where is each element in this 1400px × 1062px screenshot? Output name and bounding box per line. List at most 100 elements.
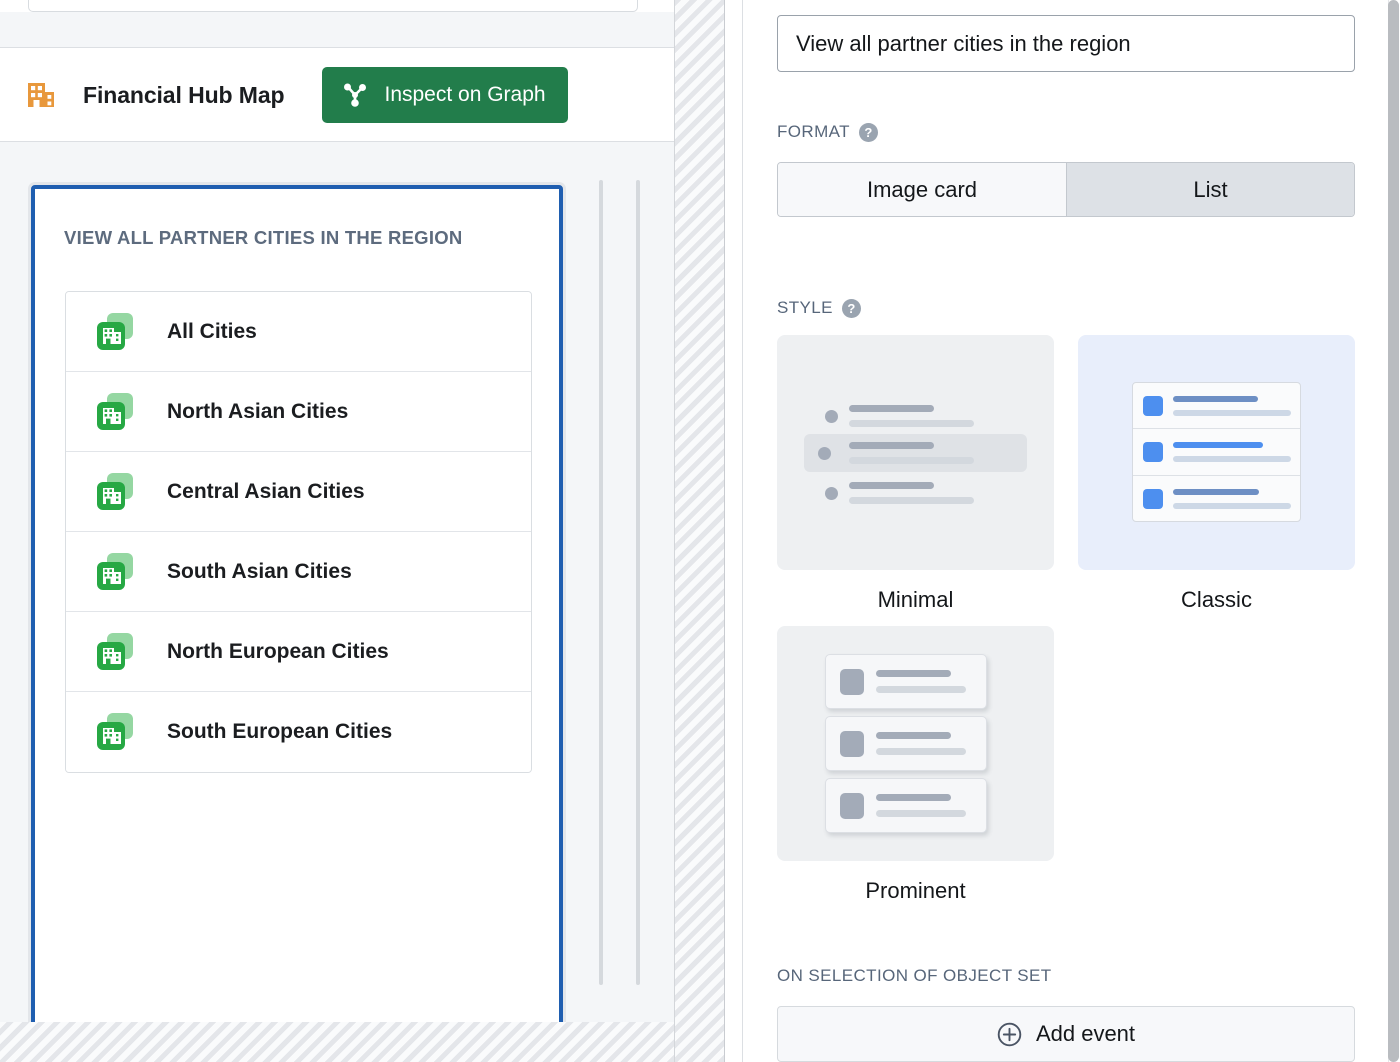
thumb-square-icon — [1143, 396, 1163, 416]
thumb-card — [825, 654, 987, 709]
canvas-guide-line-right — [636, 180, 640, 985]
list-item[interactable]: South Asian Cities — [66, 532, 531, 612]
properties-panel: FORMAT ? Image card List STYLE ? — [743, 0, 1400, 1062]
thumb-row — [1133, 429, 1300, 476]
thumb-square-icon — [840, 669, 864, 695]
city-building-icon — [97, 392, 133, 430]
thumb-row — [1133, 476, 1300, 521]
thumb-bar-secondary — [1173, 410, 1291, 416]
city-building-icon — [97, 472, 133, 510]
thumb-row — [1133, 383, 1300, 430]
city-building-icon — [97, 713, 133, 750]
style-label-text: STYLE — [777, 298, 833, 317]
thumb-bar-secondary — [876, 686, 966, 693]
style-option-minimal[interactable]: Minimal — [777, 335, 1054, 613]
on-selection-section-label: ON SELECTION OF OBJECT SET — [777, 966, 1052, 986]
help-circle-icon[interactable]: ? — [841, 298, 861, 318]
selected-widget-card[interactable]: VIEW ALL PARTNER CITIES IN THE REGION Al… — [31, 185, 563, 1062]
svg-text:?: ? — [847, 301, 855, 316]
thumb-row — [825, 474, 1007, 512]
thumb-square-icon — [840, 793, 864, 819]
city-building-icon — [97, 312, 133, 350]
plus-circle-icon — [997, 1022, 1022, 1046]
graph-nodes-icon — [344, 83, 367, 107]
format-section-label: FORMAT ? — [777, 122, 878, 142]
thumb-list-box — [1132, 382, 1301, 522]
format-option-label: Image card — [866, 176, 978, 202]
thumb-row — [825, 397, 1007, 435]
thumb-bar-primary — [1173, 442, 1263, 449]
thumb-bar-primary — [1173, 396, 1258, 402]
panel-header: Financial Hub Map Inspect on Graph — [0, 49, 674, 142]
thumb-bar-secondary — [876, 748, 966, 755]
list-item[interactable]: North European Cities — [66, 612, 531, 692]
clipped-card-above — [28, 0, 638, 12]
list-item-label: Central Asian Cities — [167, 479, 365, 503]
list-item-label: All Cities — [167, 319, 257, 343]
style-option-prominent[interactable]: Prominent — [777, 626, 1054, 904]
thumb-dot-icon — [825, 487, 838, 500]
thumb-square-icon — [1143, 488, 1163, 509]
style-thumbnail-minimal — [777, 335, 1054, 570]
thumb-bar-secondary — [849, 420, 974, 427]
thumb-bar-primary — [1173, 488, 1259, 495]
canvas-guide-line-left — [599, 180, 603, 985]
add-event-button[interactable]: Add event — [777, 1006, 1355, 1062]
list-item[interactable]: All Cities — [66, 292, 531, 372]
inspect-on-graph-button[interactable]: Inspect on Graph — [322, 67, 568, 123]
thumb-bar-primary — [849, 482, 934, 489]
thumb-dot-icon — [825, 410, 838, 423]
format-label-text: FORMAT — [777, 122, 850, 141]
format-option-list[interactable]: List — [1066, 163, 1354, 216]
format-segmented-control[interactable]: Image card List — [777, 162, 1355, 217]
svg-text:?: ? — [864, 125, 872, 140]
widget-canvas: VIEW ALL PARTNER CITIES IN THE REGION Al… — [0, 142, 674, 1062]
style-option-label: Prominent — [865, 878, 966, 903]
style-option-label: Minimal — [877, 587, 954, 612]
thumb-row-highlighted — [804, 434, 1027, 472]
thumb-dot-icon — [818, 447, 831, 460]
format-option-image-card[interactable]: Image card — [778, 163, 1066, 216]
style-thumbnail-classic — [1078, 335, 1355, 570]
list-item-label: South Asian Cities — [167, 559, 352, 583]
thumb-bar-primary — [876, 670, 951, 677]
panel-scrollbar-thumb[interactable] — [1388, 0, 1399, 1062]
thumb-square-icon — [1143, 442, 1163, 463]
widget-title: VIEW ALL PARTNER CITIES IN THE REGION — [64, 227, 463, 248]
list-item-label: South European Cities — [167, 720, 393, 743]
thumb-bar-primary — [876, 732, 951, 739]
thumb-bar-secondary — [849, 457, 974, 464]
thumb-card — [825, 778, 987, 833]
hatched-gutter — [674, 0, 725, 1062]
thumb-bar-primary — [876, 794, 951, 801]
building-icon — [28, 83, 54, 107]
app-screen: Financial Hub Map Inspect on Graph VIEW … — [0, 0, 1400, 1062]
city-list: All Cities North Asian Cities Central As… — [65, 291, 532, 773]
list-item-label: North Asian Cities — [167, 399, 349, 423]
thumb-bar-secondary — [1173, 502, 1291, 509]
style-option-classic[interactable]: Classic — [1078, 335, 1355, 613]
format-option-label: List — [1193, 176, 1228, 202]
bottom-hatched-area — [0, 1022, 674, 1062]
thumb-square-icon — [840, 731, 864, 757]
on-selection-label-text: ON SELECTION OF OBJECT SET — [777, 966, 1052, 985]
list-item[interactable]: South European Cities — [66, 692, 531, 772]
thumb-bar-primary — [849, 442, 934, 449]
style-option-label: Classic — [1181, 587, 1252, 612]
list-item-label: North European Cities — [167, 639, 389, 663]
widget-name-input[interactable] — [777, 15, 1355, 72]
list-item[interactable]: North Asian Cities — [66, 372, 531, 452]
inspect-on-graph-label: Inspect on Graph — [384, 83, 546, 106]
city-building-icon — [97, 632, 133, 670]
style-thumbnail-prominent — [777, 626, 1054, 861]
left-editor-region: Financial Hub Map Inspect on Graph VIEW … — [0, 0, 674, 1062]
panel-scrollbar-track[interactable] — [1388, 0, 1400, 1062]
thumb-bar-primary — [849, 405, 934, 412]
list-item[interactable]: Central Asian Cities — [66, 452, 531, 532]
help-circle-icon[interactable]: ? — [858, 122, 878, 142]
add-event-label: Add event — [1035, 1021, 1136, 1046]
thumb-card — [825, 716, 987, 771]
page-title: Financial Hub Map — [83, 81, 285, 108]
style-section-label: STYLE ? — [777, 298, 861, 318]
gutter-spacer — [726, 0, 742, 1062]
